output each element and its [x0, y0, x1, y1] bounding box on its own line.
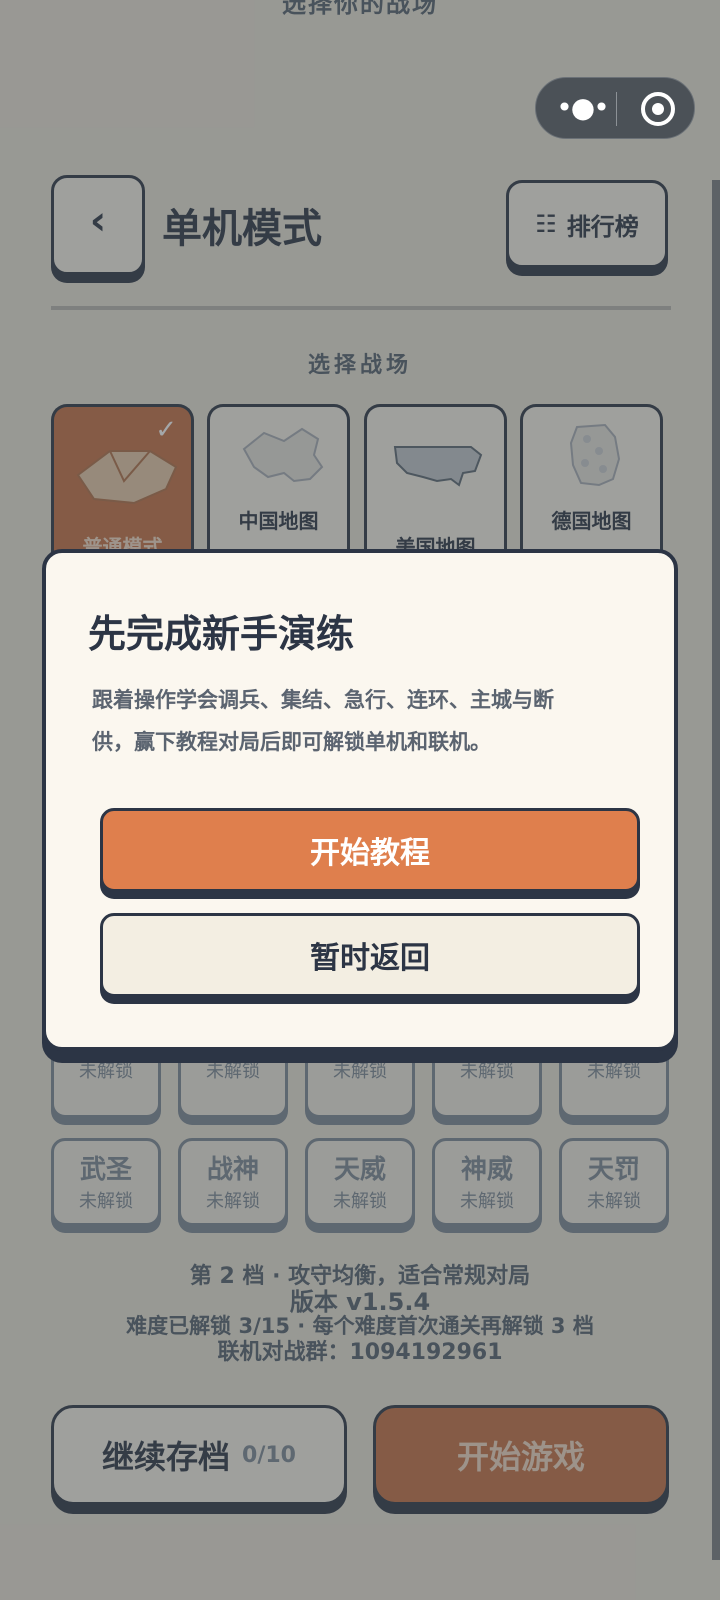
go-back-button[interactable]: 暂时返回: [100, 913, 640, 997]
modal-body-line: 供，赢下教程对局后即可解锁单机和联机。: [92, 730, 491, 754]
tutorial-modal: 先完成新手演练 跟着操作学会调兵、集结、急行、连环、主城与断 供，赢下教程对局后…: [42, 549, 678, 1051]
target-icon[interactable]: [641, 92, 675, 126]
modal-title: 先完成新手演练: [88, 612, 355, 656]
start-tutorial-label: 开始教程: [310, 836, 430, 871]
start-tutorial-button[interactable]: 开始教程: [100, 808, 640, 892]
miniprogram-capsule: •●•: [535, 77, 695, 139]
modal-body: 跟着操作学会调兵、集结、急行、连环、主城与断 供，赢下教程对局后即可解锁单机和联…: [92, 679, 632, 763]
capsule-divider: [616, 92, 617, 126]
more-dots-icon[interactable]: •●•: [556, 92, 609, 124]
modal-body-line: 跟着操作学会调兵、集结、急行、连环、主城与断: [92, 688, 554, 712]
go-back-label: 暂时返回: [310, 941, 430, 976]
